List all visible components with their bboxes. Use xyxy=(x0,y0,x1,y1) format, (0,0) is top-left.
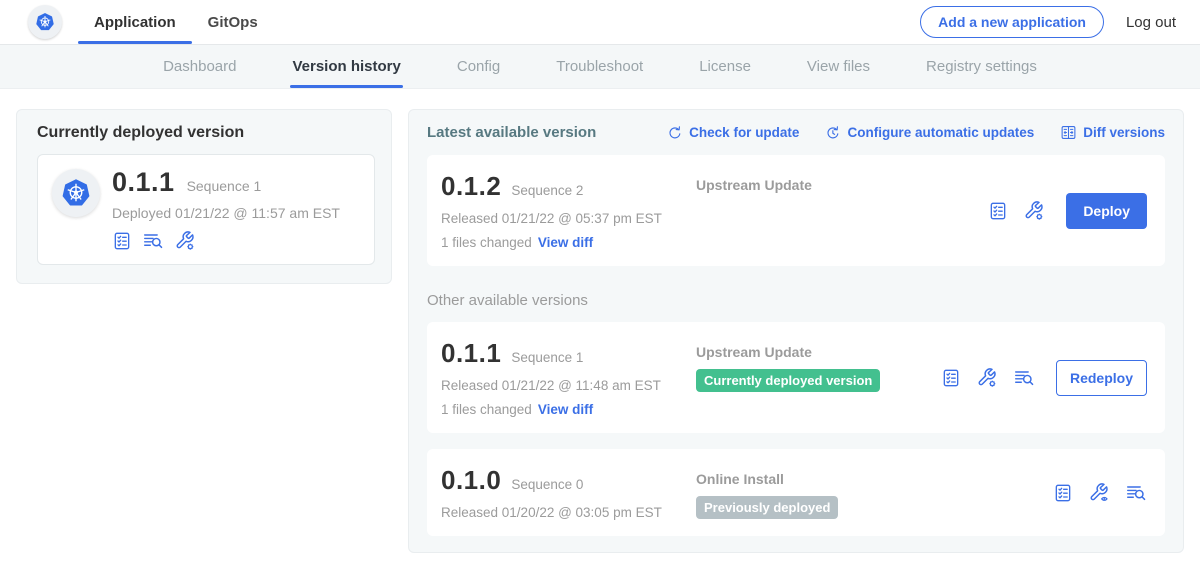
tab-version-history[interactable]: Version history xyxy=(292,45,400,88)
version-number: 0.1.0 xyxy=(441,465,501,496)
diff-versions-label: Diff versions xyxy=(1083,125,1165,140)
tab-dashboard-label: Dashboard xyxy=(163,58,236,75)
version-number: 0.1.1 xyxy=(441,338,501,369)
check-for-update-button[interactable]: Check for update xyxy=(667,125,799,141)
tab-license-label: License xyxy=(699,58,751,75)
add-new-application-button[interactable]: Add a new application xyxy=(920,6,1104,38)
top-nav: Application GitOps xyxy=(78,0,274,44)
deployed-timestamp: Deployed 01/21/22 @ 11:57 am EST xyxy=(112,205,360,221)
view-diff-link[interactable]: View diff xyxy=(538,402,593,417)
tab-gitops-label: GitOps xyxy=(208,14,258,31)
deploy-button[interactable]: Deploy xyxy=(1066,193,1147,229)
config-icon[interactable] xyxy=(1023,200,1045,222)
currently-deployed-card: Currently deployed version 0.1.1 Sequenc… xyxy=(16,109,392,284)
release-notes-icon[interactable] xyxy=(112,231,132,251)
kubernetes-app-icon xyxy=(52,169,100,217)
release-notes-icon[interactable] xyxy=(941,368,961,388)
config-icon[interactable] xyxy=(174,230,196,252)
version-row-0-1-0: 0.1.0 Sequence 0 Released 01/20/22 @ 03:… xyxy=(427,449,1165,536)
schedule-refresh-icon xyxy=(825,125,841,141)
version-number: 0.1.2 xyxy=(441,171,501,202)
logs-icon[interactable] xyxy=(1013,367,1035,389)
tab-troubleshoot[interactable]: Troubleshoot xyxy=(556,45,643,88)
config-view-icon[interactable] xyxy=(1088,482,1110,504)
tab-gitops[interactable]: GitOps xyxy=(192,0,274,44)
logout-link[interactable]: Log out xyxy=(1126,14,1176,31)
tab-view-files-label: View files xyxy=(807,58,870,75)
release-notes-icon[interactable] xyxy=(1053,483,1073,503)
configure-automatic-updates-button[interactable]: Configure automatic updates xyxy=(825,125,1034,141)
logs-icon[interactable] xyxy=(142,230,164,252)
version-source-label: Upstream Update xyxy=(696,344,941,360)
files-changed-label: 1 files changed xyxy=(441,235,532,250)
latest-available-title: Latest available version xyxy=(427,124,596,141)
tab-troubleshoot-label: Troubleshoot xyxy=(556,58,643,75)
tab-application[interactable]: Application xyxy=(78,0,192,44)
tab-dashboard[interactable]: Dashboard xyxy=(163,45,236,88)
version-row-0-1-1: 0.1.1 Sequence 1 Released 01/21/22 @ 11:… xyxy=(427,322,1165,433)
refresh-icon xyxy=(667,125,683,141)
kubernetes-logo-icon xyxy=(28,5,62,39)
check-for-update-label: Check for update xyxy=(689,125,799,140)
release-notes-icon[interactable] xyxy=(988,201,1008,221)
tab-registry-settings[interactable]: Registry settings xyxy=(926,45,1037,88)
sequence-label: Sequence 0 xyxy=(511,477,583,492)
previously-deployed-badge: Previously deployed xyxy=(696,496,838,519)
deployed-sequence-label: Sequence 1 xyxy=(187,178,262,194)
diff-versions-button[interactable]: Diff versions xyxy=(1060,124,1165,141)
files-changed-label: 1 files changed xyxy=(441,402,532,417)
redeploy-button[interactable]: Redeploy xyxy=(1056,360,1147,396)
main-content: Currently deployed version 0.1.1 Sequenc… xyxy=(0,89,1200,553)
tab-config-label: Config xyxy=(457,58,500,75)
tab-config[interactable]: Config xyxy=(457,45,500,88)
config-icon[interactable] xyxy=(976,367,998,389)
currently-deployed-badge: Currently deployed version xyxy=(696,369,880,392)
header-actions: Add a new application Log out xyxy=(920,0,1176,44)
app-subnav: Dashboard Version history Config Trouble… xyxy=(0,45,1200,89)
deployed-version-number: 0.1.1 xyxy=(112,167,175,198)
tab-application-label: Application xyxy=(94,14,176,31)
currently-deployed-title: Currently deployed version xyxy=(37,124,375,142)
tab-registry-settings-label: Registry settings xyxy=(926,58,1037,75)
released-timestamp: Released 01/20/22 @ 03:05 pm EST xyxy=(441,505,696,520)
other-available-versions-title: Other available versions xyxy=(427,292,1165,309)
tab-license[interactable]: License xyxy=(699,45,751,88)
app-logo-header xyxy=(28,0,62,44)
logs-icon[interactable] xyxy=(1125,482,1147,504)
sequence-label: Sequence 1 xyxy=(511,350,583,365)
released-timestamp: Released 01/21/22 @ 05:37 pm EST xyxy=(441,211,696,226)
sequence-label: Sequence 2 xyxy=(511,183,583,198)
top-header: Application GitOps Add a new application… xyxy=(0,0,1200,45)
diff-icon xyxy=(1060,124,1077,141)
version-history-panel: Latest available version Check for updat… xyxy=(408,109,1184,553)
released-timestamp: Released 01/21/22 @ 11:48 am EST xyxy=(441,378,696,393)
version-source-label: Upstream Update xyxy=(696,177,988,193)
version-row-0-1-2: 0.1.2 Sequence 2 Released 01/21/22 @ 05:… xyxy=(427,155,1165,266)
tab-view-files[interactable]: View files xyxy=(807,45,870,88)
configure-automatic-updates-label: Configure automatic updates xyxy=(847,125,1034,140)
version-source-label: Online Install xyxy=(696,471,1053,487)
deployed-version-card: 0.1.1 Sequence 1 Deployed 01/21/22 @ 11:… xyxy=(37,154,375,265)
view-diff-link[interactable]: View diff xyxy=(538,235,593,250)
tab-version-history-label: Version history xyxy=(292,58,400,75)
